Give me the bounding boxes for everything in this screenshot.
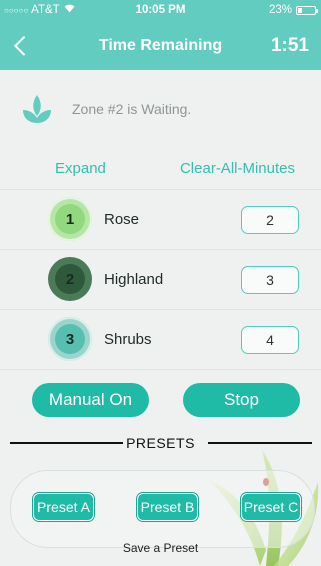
status-bar: ○○○○○ AT&T 10:05 PM 23% [0, 0, 321, 22]
zone-2-number: 2 [55, 264, 85, 294]
save-preset-link[interactable]: Save a Preset [0, 541, 321, 555]
zone-2-minutes-field[interactable]: 3 [241, 266, 299, 294]
zone-status-text: Zone #2 is Waiting. [72, 101, 192, 117]
zone-1-name: Rose [104, 211, 140, 228]
stop-button[interactable]: Stop [183, 383, 300, 417]
zone-3-badge[interactable]: 3 [48, 317, 92, 361]
clear-all-minutes-link[interactable]: Clear-All-Minutes [180, 160, 295, 177]
leaf-icon [23, 95, 51, 123]
zone-2-badge[interactable]: 2 [48, 257, 92, 301]
actions-row: Expand Clear-All-Minutes [0, 146, 321, 190]
preset-a-button[interactable]: Preset A [33, 493, 94, 521]
zone-1-number: 1 [55, 204, 85, 234]
battery-status: 23% [268, 4, 318, 16]
manual-on-button[interactable]: Manual On [32, 383, 149, 417]
battery-icon [296, 5, 318, 15]
zone-1-badge[interactable]: 1 [48, 197, 92, 241]
zone-3-name: Shrubs [104, 331, 152, 348]
zone-status-row: Zone #2 is Waiting. [0, 70, 321, 146]
time-remaining-value: 1:51 [270, 35, 309, 56]
zone-row-3: 3 Shrubs 4 [0, 310, 321, 370]
zone-row-1: 1 Rose 2 [0, 190, 321, 250]
battery-percent: 23% [268, 4, 292, 16]
zone-2-name: Highland [104, 271, 164, 288]
zone-1-minutes-field[interactable]: 2 [241, 206, 299, 234]
zone-row-2: 2 Highland 3 [0, 250, 321, 310]
preset-b-button[interactable]: Preset B [137, 493, 198, 521]
zone-3-number: 3 [55, 324, 85, 354]
zone-3-minutes-field[interactable]: 4 [241, 326, 299, 354]
preset-c-button[interactable]: Preset C [241, 493, 301, 521]
presets-divider: PRESETS [0, 432, 321, 454]
expand-link[interactable]: Expand [55, 160, 106, 177]
nav-bar: Time Remaining 1:51 [0, 22, 321, 70]
